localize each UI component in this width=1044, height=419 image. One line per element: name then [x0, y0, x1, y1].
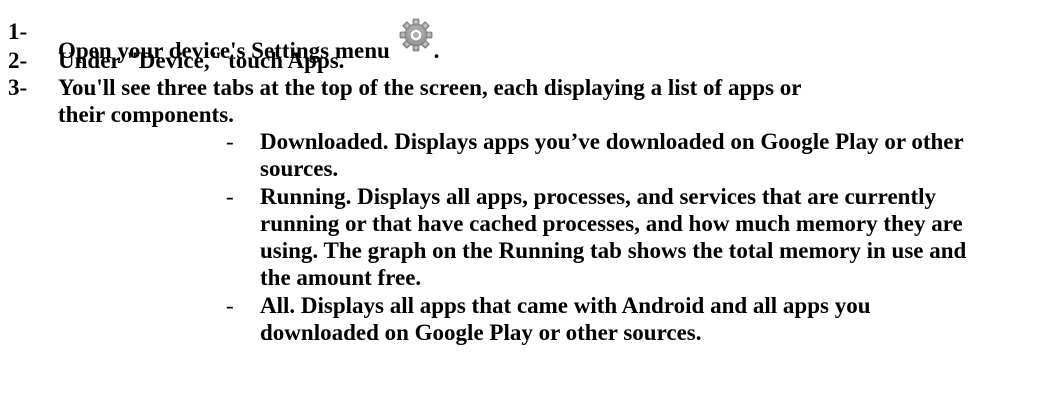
bullet-dash: -	[226, 184, 234, 209]
bullet-text: Downloaded. Displays apps you’ve downloa…	[260, 128, 1040, 182]
step-2-number: 2-	[8, 48, 28, 73]
bullet-line: downloaded on Google Play or other sourc…	[260, 320, 702, 345]
bullet-line: using. The graph on the Running tab show…	[260, 238, 967, 263]
step-2-text: Under "Device," touch Apps.	[58, 48, 345, 73]
step-1-number: 1-	[8, 19, 28, 44]
gear-icon	[398, 18, 434, 52]
step-3-text-line2: their components.	[58, 102, 234, 127]
bullet-line: All. Displays all apps that came with An…	[260, 293, 871, 318]
bullet-dash: -	[226, 129, 234, 154]
bullet-line: Downloaded. Displays apps you’ve downloa…	[260, 129, 964, 154]
bullet-line: the amount free.	[260, 265, 422, 290]
instructions-document: 1- Open your device's Settings menu . 2-…	[0, 0, 1044, 419]
step-3-text-line1: You'll see three tabs at the top of the …	[58, 75, 802, 100]
step-3-number: 3-	[8, 75, 28, 100]
bullet-text: All. Displays all apps that came with An…	[260, 292, 1040, 346]
bullet-dash: -	[226, 293, 234, 318]
step-1-suffix: .	[433, 38, 440, 63]
bullet-line: running or that have cached processes, a…	[260, 211, 963, 236]
bullet-line: sources.	[260, 156, 339, 181]
bullet-line: Running. Displays all apps, processes, a…	[260, 184, 936, 209]
bullet-text: Running. Displays all apps, processes, a…	[260, 183, 1040, 291]
